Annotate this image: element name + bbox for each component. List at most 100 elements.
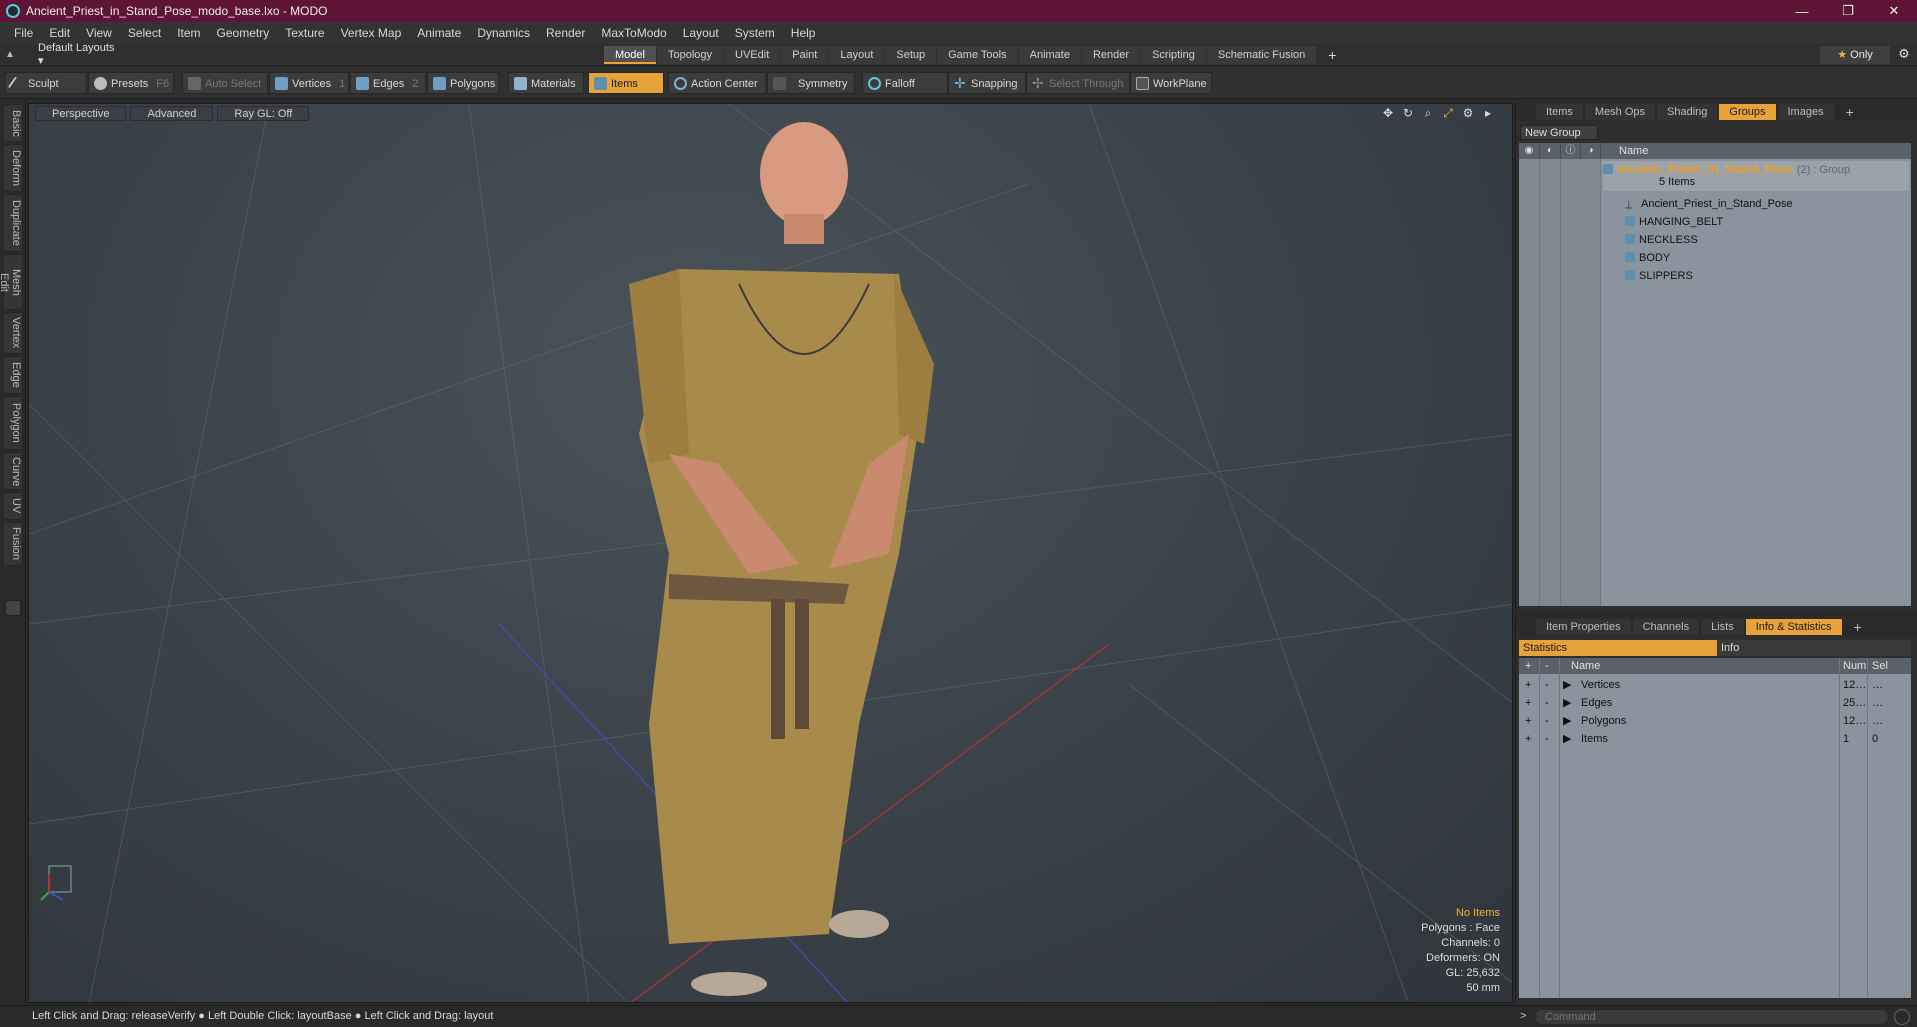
select-col-icon[interactable]: ◑ [1581, 143, 1601, 159]
tab-paint[interactable]: Paint [781, 46, 829, 64]
move-view-icon[interactable]: ✥ [1380, 106, 1396, 121]
tab-scripting[interactable]: Scripting [1141, 46, 1206, 64]
left-tab-curve[interactable]: Curve [3, 452, 23, 490]
table-row[interactable]: + - ▶ Vertices 12… … [1519, 676, 1911, 694]
add-icon[interactable]: + [1525, 712, 1531, 730]
add-stats-tab-button[interactable]: + [1844, 619, 1872, 635]
add-panel-tab-button[interactable]: + [1836, 104, 1864, 120]
snapping-button[interactable]: ✛ Snapping [948, 72, 1026, 94]
menu-system[interactable]: System [727, 26, 783, 40]
left-tab-uv[interactable]: UV [3, 492, 23, 520]
sculpt-button[interactable]: Sculpt [5, 72, 87, 94]
tab-item-properties[interactable]: Item Properties [1536, 619, 1631, 635]
expand-arrow-icon[interactable]: ▶ [1563, 712, 1571, 730]
remove-icon[interactable]: - [1545, 676, 1549, 694]
left-tab-mesh-edit[interactable]: Mesh Edit [0, 254, 23, 310]
rotate-view-icon[interactable]: ↻ [1400, 106, 1416, 121]
maximize-button[interactable]: ❐ [1825, 0, 1871, 22]
add-icon[interactable]: + [1525, 694, 1531, 712]
polygons-button[interactable]: Polygons [427, 72, 499, 94]
menu-item[interactable]: Item [169, 26, 208, 40]
remove-icon[interactable]: - [1545, 694, 1549, 712]
menu-render[interactable]: Render [538, 26, 593, 40]
render-col-icon[interactable]: ◐ [1540, 143, 1561, 159]
list-item[interactable]: BODY [1603, 249, 1909, 267]
perspective-dropdown[interactable]: Perspective [35, 106, 127, 121]
tab-animate[interactable]: Animate [1018, 46, 1081, 64]
edges-button[interactable]: Edges 2 [350, 72, 426, 94]
left-tab-basic[interactable]: Basic [3, 104, 23, 142]
command-input[interactable] [1534, 1009, 1889, 1025]
falloff-button[interactable]: Falloff [862, 72, 948, 94]
tab-uvedit[interactable]: UVEdit [724, 46, 781, 64]
left-tab-fusion[interactable]: Fusion [3, 522, 23, 566]
table-row[interactable]: + - ▶ Edges 25… … [1519, 694, 1911, 712]
tab-channels[interactable]: Channels [1632, 619, 1700, 635]
vertices-button[interactable]: Vertices 1 [269, 72, 349, 94]
statistics-subtab[interactable]: Statistics [1519, 640, 1717, 656]
list-item[interactable]: HANGING_BELT [1603, 213, 1909, 231]
items-button[interactable]: Items [588, 72, 664, 94]
menu-select[interactable]: Select [120, 26, 169, 40]
collapse-arrow-icon[interactable]: ▲ [0, 49, 20, 60]
left-tab-deform[interactable]: Deform [3, 144, 23, 192]
character-model[interactable] [629, 122, 934, 996]
menu-help[interactable]: Help [783, 26, 824, 40]
menu-layout[interactable]: Layout [675, 26, 727, 40]
symmetry-button[interactable]: Symmetry [767, 72, 855, 94]
remove-icon[interactable]: - [1545, 730, 1549, 748]
tab-setup[interactable]: Setup [885, 46, 937, 64]
expand-toggle-icon[interactable] [5, 600, 21, 616]
menu-edit[interactable]: Edit [41, 26, 78, 40]
list-item[interactable]: ⟂ Ancient_Priest_in_Stand_Pose [1603, 195, 1909, 213]
action-center-button[interactable]: Action Center [668, 72, 766, 94]
menu-vertex-map[interactable]: Vertex Map [333, 26, 410, 40]
add-icon[interactable]: + [1525, 730, 1531, 748]
add-icon[interactable]: + [1525, 676, 1531, 694]
visibility-col-icon[interactable]: ◉ [1519, 143, 1540, 159]
tab-game-tools[interactable]: Game Tools [937, 46, 1018, 64]
tab-items[interactable]: Items [1536, 104, 1583, 120]
materials-button[interactable]: Materials [508, 72, 584, 94]
left-tab-duplicate[interactable]: Duplicate [3, 194, 23, 252]
list-item[interactable]: SLIPPERS [1603, 267, 1909, 285]
left-tab-polygon[interactable]: Polygon [3, 396, 23, 450]
new-group-button[interactable]: New Group [1520, 125, 1598, 140]
tab-render[interactable]: Render [1081, 46, 1141, 64]
group-row[interactable]: Ancient_Priest_in_Stand_Pose (2) : Group [1603, 161, 1909, 191]
collapse-all-icon[interactable]: - [1545, 658, 1549, 674]
3d-viewport[interactable]: Perspective Advanced Ray GL: Off ✥ ↻ ⌕ ⤢… [28, 103, 1513, 1003]
tab-layout[interactable]: Layout [829, 46, 885, 64]
minimize-button[interactable]: — [1779, 0, 1825, 22]
zoom-view-icon[interactable]: ⌕ [1420, 106, 1436, 121]
left-tab-vertex[interactable]: Vertex [3, 312, 23, 354]
table-row[interactable]: + - ▶ Polygons 12… … [1519, 712, 1911, 730]
raygl-dropdown[interactable]: Ray GL: Off [217, 106, 310, 121]
remove-icon[interactable]: - [1545, 712, 1549, 730]
tab-images[interactable]: Images [1777, 104, 1834, 120]
auto-select-button[interactable]: Auto Select [182, 72, 268, 94]
view-more-icon[interactable]: ▸ [1480, 106, 1496, 121]
expand-arrow-icon[interactable]: ▶ [1563, 676, 1571, 694]
tab-info-statistics[interactable]: Info & Statistics [1745, 619, 1842, 635]
only-toggle[interactable]: ★ Only [1820, 46, 1890, 64]
menu-file[interactable]: File [6, 26, 41, 40]
lock-col-icon[interactable]: ⓘ [1561, 143, 1581, 159]
layouts-dropdown[interactable]: Default Layouts ▾ [20, 42, 120, 67]
list-item[interactable]: NECKLESS [1603, 231, 1909, 249]
fit-view-icon[interactable]: ⤢ [1440, 106, 1456, 121]
gear-icon[interactable]: ⚙ [1895, 46, 1913, 64]
expand-arrow-icon[interactable]: ▶ [1563, 730, 1571, 748]
select-through-button[interactable]: ✢ Select Through [1026, 72, 1130, 94]
view-settings-icon[interactable]: ⚙ [1460, 106, 1476, 121]
tab-mesh-ops[interactable]: Mesh Ops [1584, 104, 1656, 120]
advanced-dropdown[interactable]: Advanced [130, 106, 214, 121]
expand-arrow-icon[interactable]: ▶ [1563, 694, 1571, 712]
tab-groups[interactable]: Groups [1719, 104, 1776, 120]
left-tab-edge[interactable]: Edge [3, 356, 23, 394]
table-row[interactable]: + - ▶ Items 1 0 [1519, 730, 1911, 748]
menu-maxtomodo[interactable]: MaxToModo [593, 26, 674, 40]
add-tab-button[interactable]: + [1317, 46, 1347, 64]
menu-geometry[interactable]: Geometry [209, 26, 278, 40]
presets-button[interactable]: Presets F6 [88, 72, 174, 94]
